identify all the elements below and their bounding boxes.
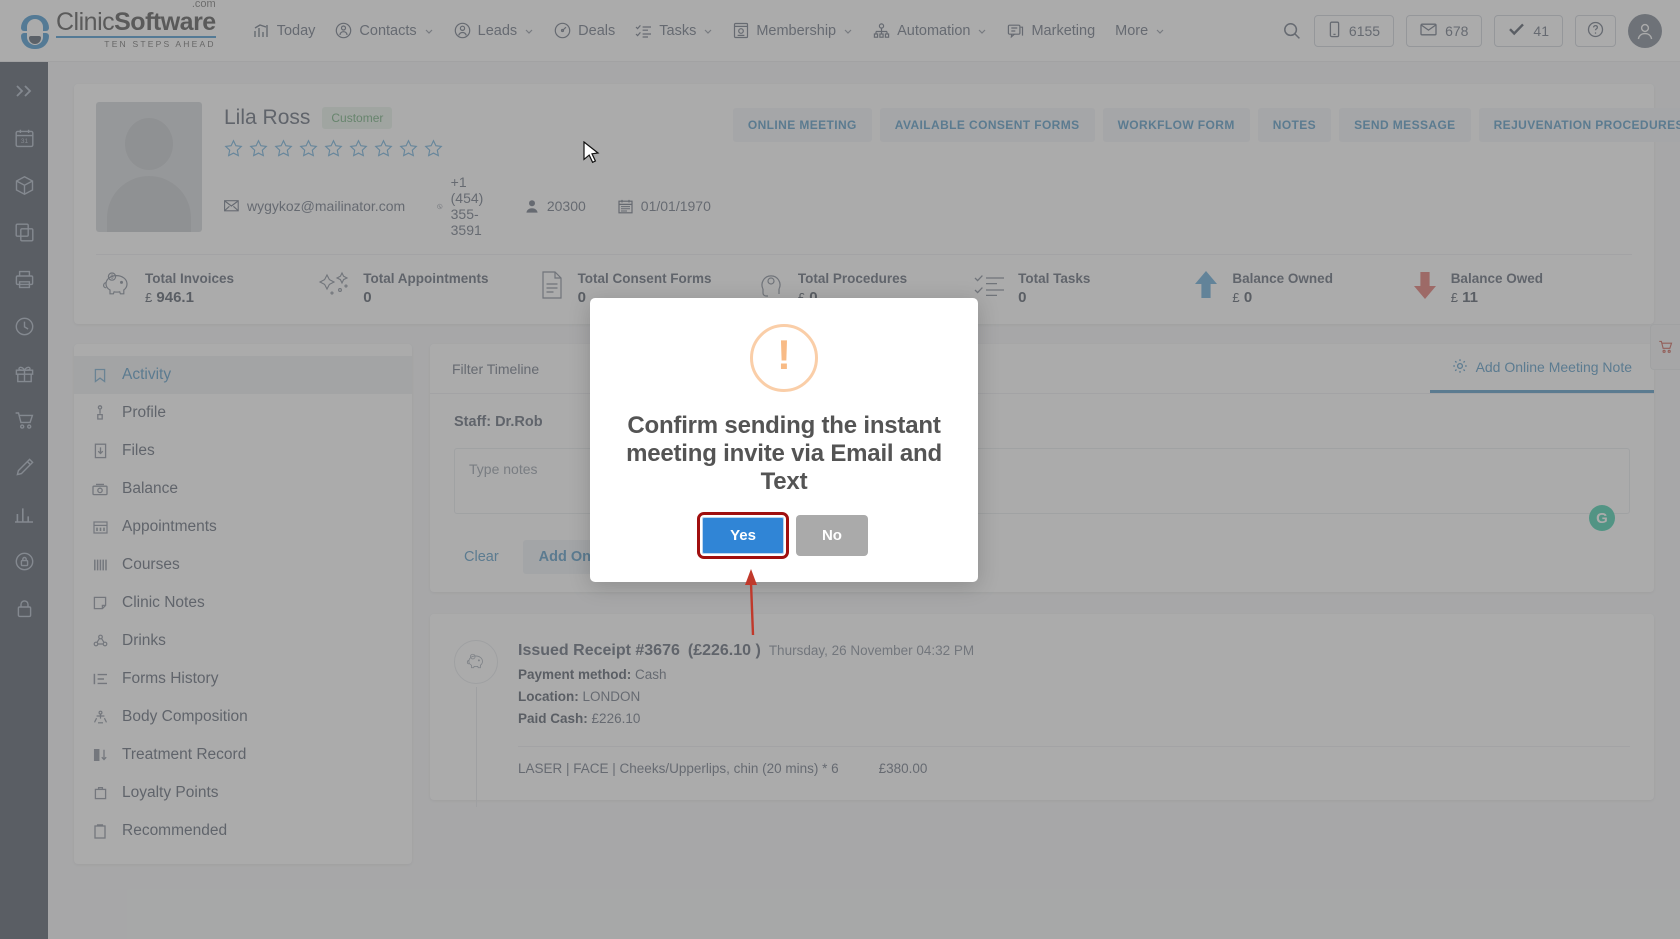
no-button[interactable]: No bbox=[796, 515, 868, 556]
mouse-cursor bbox=[583, 141, 601, 167]
warning-icon: ! bbox=[750, 324, 818, 392]
dialog-buttons: Yes No bbox=[700, 515, 868, 556]
app-root: ClinicSoftware .com TEN STEPS AHEAD Toda… bbox=[0, 0, 1680, 939]
confirm-dialog: ! Confirm sending the instant meeting in… bbox=[590, 298, 978, 582]
yes-button[interactable]: Yes bbox=[700, 515, 786, 556]
warning-glyph: ! bbox=[777, 334, 791, 376]
dialog-title: Confirm sending the instant meeting invi… bbox=[619, 412, 949, 495]
app-shell: ClinicSoftware .com TEN STEPS AHEAD Toda… bbox=[0, 0, 1680, 939]
annotation-arrow bbox=[742, 567, 768, 637]
